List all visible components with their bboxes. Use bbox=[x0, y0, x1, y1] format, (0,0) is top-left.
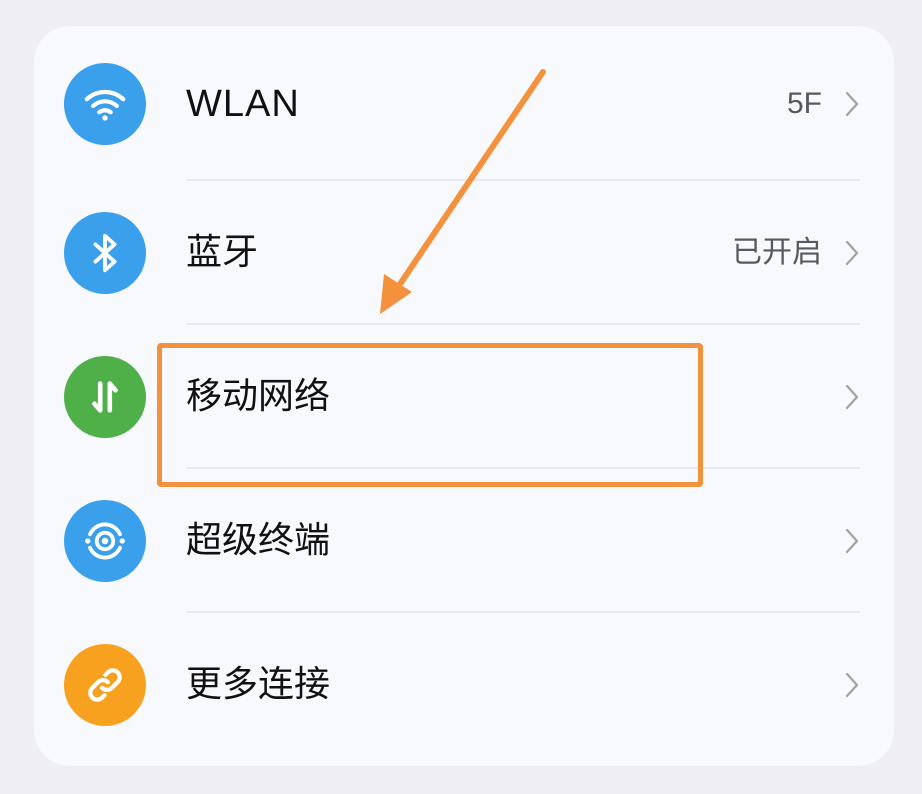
settings-row-wlan[interactable]: WLAN 5F bbox=[34, 32, 894, 176]
settings-row-label: 超级终端 bbox=[186, 520, 331, 561]
super-device-icon bbox=[64, 500, 146, 582]
settings-row-label: 移动网络 bbox=[186, 376, 331, 417]
settings-row-bluetooth[interactable]: 蓝牙 已开启 bbox=[34, 181, 894, 325]
connections-card: WLAN 5F 蓝牙 已开启 移动网络 超级终端 更多连接 bbox=[34, 26, 894, 766]
chevron-right-icon bbox=[845, 384, 859, 410]
chevron-right-icon bbox=[845, 91, 859, 117]
bluetooth-icon bbox=[64, 212, 146, 294]
link-icon bbox=[64, 644, 146, 726]
chevron-right-icon bbox=[845, 240, 859, 266]
chevron-right-icon bbox=[845, 528, 859, 554]
settings-row-label: 蓝牙 bbox=[186, 232, 259, 273]
settings-row-value: 5F bbox=[786, 87, 822, 120]
wifi-icon bbox=[64, 63, 146, 145]
settings-row-label: WLAN bbox=[186, 83, 300, 125]
settings-row-super-device[interactable]: 超级终端 bbox=[34, 469, 894, 613]
settings-row-label: 更多连接 bbox=[186, 664, 331, 705]
mobile-data-icon bbox=[64, 356, 146, 438]
settings-row-mobile-network[interactable]: 移动网络 bbox=[34, 325, 894, 469]
chevron-right-icon bbox=[845, 672, 859, 698]
settings-row-more-connections[interactable]: 更多连接 bbox=[34, 613, 894, 757]
settings-row-value: 已开启 bbox=[732, 235, 822, 270]
